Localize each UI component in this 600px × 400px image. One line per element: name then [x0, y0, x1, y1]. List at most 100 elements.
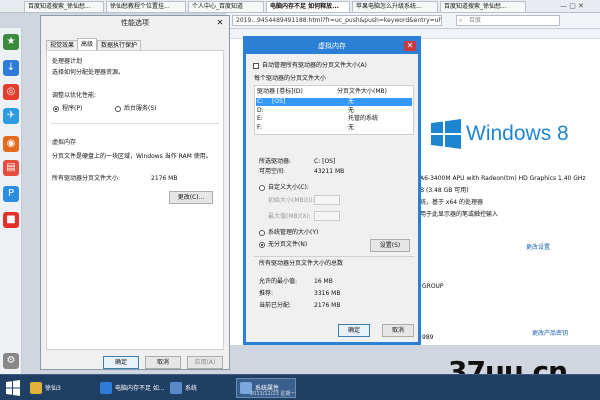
- star-icon[interactable]: ★: [3, 34, 19, 50]
- recommended-label: 推荐:: [259, 290, 274, 297]
- ok-button[interactable]: 确定: [338, 324, 370, 337]
- apply-button[interactable]: 应用(A): [187, 356, 223, 369]
- vm-desc: 分页文件是硬盘上的一块区域，Windows 当作 RAM 使用。: [52, 153, 212, 160]
- initial-size-label: 初始大小(MB)(I):: [268, 197, 315, 204]
- system-managed-radio[interactable]: [259, 230, 265, 236]
- initial-size-field[interactable]: [314, 195, 340, 205]
- max-size-label: 最大值(MB)(X):: [268, 213, 311, 220]
- red-app-icon[interactable]: ▤: [3, 160, 19, 176]
- custom-size-label: 自定义大小(C):: [268, 184, 309, 191]
- recommended-value: 3316 MB: [314, 290, 341, 297]
- taskbar-item[interactable]: 系统: [166, 378, 230, 398]
- browser-tab-strip: 百度知道搜索_徐仙愁... 徐仙愁教程个位置挂... 个人中心_百度知道 电脑内…: [0, 0, 600, 13]
- system-icon: [170, 382, 182, 394]
- divider: [254, 256, 414, 257]
- min-allowed-value: 16 MB: [314, 278, 333, 285]
- url-input[interactable]: 2019...9454489491188.html?fr=uc_push&pus…: [232, 15, 442, 26]
- close-icon[interactable]: ✕: [404, 41, 416, 51]
- total-section-title: 所有驱动器分页文件大小的总数: [259, 260, 344, 267]
- set-button[interactable]: 设置(S): [370, 239, 410, 252]
- pen-touch-info: 用于此显示器的笔或触控输入: [420, 211, 499, 218]
- table-row[interactable]: F: 无: [256, 124, 412, 132]
- browser-tab[interactable]: 徐仙愁教程个位置挂...: [106, 1, 186, 12]
- app-icon[interactable]: ◉: [3, 136, 19, 152]
- auto-manage-checkbox[interactable]: [253, 63, 259, 69]
- windows-start-icon: [6, 380, 20, 396]
- custom-size-radio[interactable]: [259, 185, 265, 191]
- bird-icon[interactable]: ✈: [3, 108, 19, 124]
- col-drive-header: 驱动器 [卷标](D): [257, 88, 303, 95]
- search-icon: ⌕: [459, 17, 463, 24]
- cpu-section-title: 处理器计划: [52, 58, 83, 65]
- system-managed-label: 系统管理的大小(Y): [268, 229, 319, 236]
- services-label: 后台服务(S): [124, 105, 157, 112]
- product-id: 989: [422, 334, 434, 341]
- browser-tab[interactable]: 百度知道搜索_徐仙愁...: [24, 1, 104, 12]
- table-row-selected[interactable]: C: [OS] 无: [256, 98, 412, 106]
- search-input[interactable]: ⌕ 百度: [456, 15, 560, 26]
- window-controls[interactable]: — ▢ ✕: [560, 1, 598, 12]
- tab-panel: 处理器计划 选择如何分配处理器资源。 调整以优化性能: 程序(P) 后台服务(S…: [46, 50, 224, 350]
- change-product-key-link[interactable]: 更改产品密钥: [532, 330, 568, 338]
- no-paging-radio[interactable]: [259, 242, 265, 248]
- selected-drive-value: C: [OS]: [314, 158, 336, 165]
- performance-options-dialog: 性能选项 ✕ 视觉效果 高级 数据执行保护 处理器计划 选择如何分配处理器资源。…: [40, 15, 230, 370]
- cpu-adjust-label: 调整以优化性能:: [52, 92, 97, 99]
- max-size-field[interactable]: [314, 211, 340, 221]
- cpu-info: A6-3400M APU with Radeon(tm) HD Graphics…: [420, 175, 586, 182]
- ok-button[interactable]: 确定: [103, 356, 139, 369]
- change-button[interactable]: 更改(C)...: [169, 191, 213, 204]
- chat-icon[interactable]: P: [3, 186, 19, 202]
- settings-icon[interactable]: ⚙: [3, 353, 19, 369]
- clock: 2013/12/23 星期一: [250, 391, 296, 397]
- windows-logo-text: Windows 8: [466, 122, 569, 145]
- taskbar: 徐仙3 电脑内存不足 如... 系统 系统属性 2013/12/23 星期一: [0, 374, 600, 400]
- free-space-label: 可用空间:: [259, 168, 286, 175]
- services-radio[interactable]: [115, 106, 121, 112]
- os-type: 统，基于 x64 的处理器: [420, 199, 484, 206]
- allocated-label: 当前已分配:: [259, 302, 292, 309]
- weibo-icon[interactable]: ◎: [3, 84, 19, 100]
- vm-total-value: 2176 MB: [151, 175, 178, 182]
- no-paging-label: 无分页文件(N): [268, 241, 308, 248]
- app-icon: [30, 382, 42, 394]
- vm-total-label: 所有驱动器分页文件大小:: [52, 175, 121, 182]
- browser-sidebar: ★ ↓ ◎ ✈ ◉ ▤ P ■ ⚙: [0, 28, 22, 374]
- cancel-button[interactable]: 取消: [382, 324, 414, 337]
- browser-icon: [100, 382, 112, 394]
- start-button[interactable]: [4, 379, 22, 397]
- vm-section-title: 虚拟内存: [52, 139, 77, 146]
- programs-radio[interactable]: [53, 106, 59, 112]
- drive-list[interactable]: 驱动器 [卷标](D) 分页文件大小(MB) C: [OS] 无 D: 无 E:…: [254, 85, 414, 135]
- windows-logo: [431, 119, 461, 151]
- dialog-title: 性能选项: [121, 19, 149, 27]
- cancel-button[interactable]: 取消: [145, 356, 181, 369]
- col-size-header: 分页文件大小(MB): [337, 88, 387, 95]
- red-square-icon[interactable]: ■: [3, 212, 19, 228]
- free-space-value: 43211 MB: [314, 168, 345, 175]
- browser-tab-active[interactable]: 电脑内存不足 如何释放...: [266, 1, 350, 12]
- ram-info: B (3.48 GB 可用): [420, 187, 469, 194]
- virtual-memory-dialog: 虚拟内存 ✕ 自动管理所有驱动器的分页文件大小(A) 每个驱动器的分页文件大小 …: [243, 36, 421, 345]
- browser-tab[interactable]: 苹果电脑怎么升级系统...: [352, 1, 438, 12]
- table-row[interactable]: E: 托管的系统: [256, 115, 412, 123]
- per-drive-title: 每个驱动器的分页文件大小: [254, 75, 327, 82]
- cpu-desc: 选择如何分配处理器资源。: [52, 69, 125, 76]
- windows-flag-icon: [431, 119, 461, 149]
- taskbar-item[interactable]: 徐仙3: [26, 378, 82, 398]
- table-row[interactable]: D: 无: [256, 107, 412, 115]
- divider: [51, 123, 219, 124]
- browser-tab[interactable]: 个人中心_百度知道: [188, 1, 264, 12]
- programs-label: 程序(P): [62, 105, 83, 112]
- allocated-value: 2176 MB: [314, 302, 341, 309]
- min-allowed-label: 允许的最小值:: [259, 278, 298, 285]
- auto-manage-label: 自动管理所有驱动器的分页文件大小(A): [262, 62, 367, 69]
- change-settings-link[interactable]: 更改设置: [526, 244, 550, 252]
- close-icon[interactable]: ✕: [214, 18, 226, 28]
- dialog-title: 虚拟内存: [246, 39, 418, 54]
- browser-tab[interactable]: 百度知道搜索_徐仙愁...: [440, 1, 526, 12]
- taskbar-item[interactable]: 电脑内存不足 如...: [96, 378, 166, 398]
- selected-drive-label: 所选驱动器:: [259, 158, 292, 165]
- download-icon[interactable]: ↓: [3, 60, 19, 76]
- workgroup-value: GROUP: [422, 283, 444, 290]
